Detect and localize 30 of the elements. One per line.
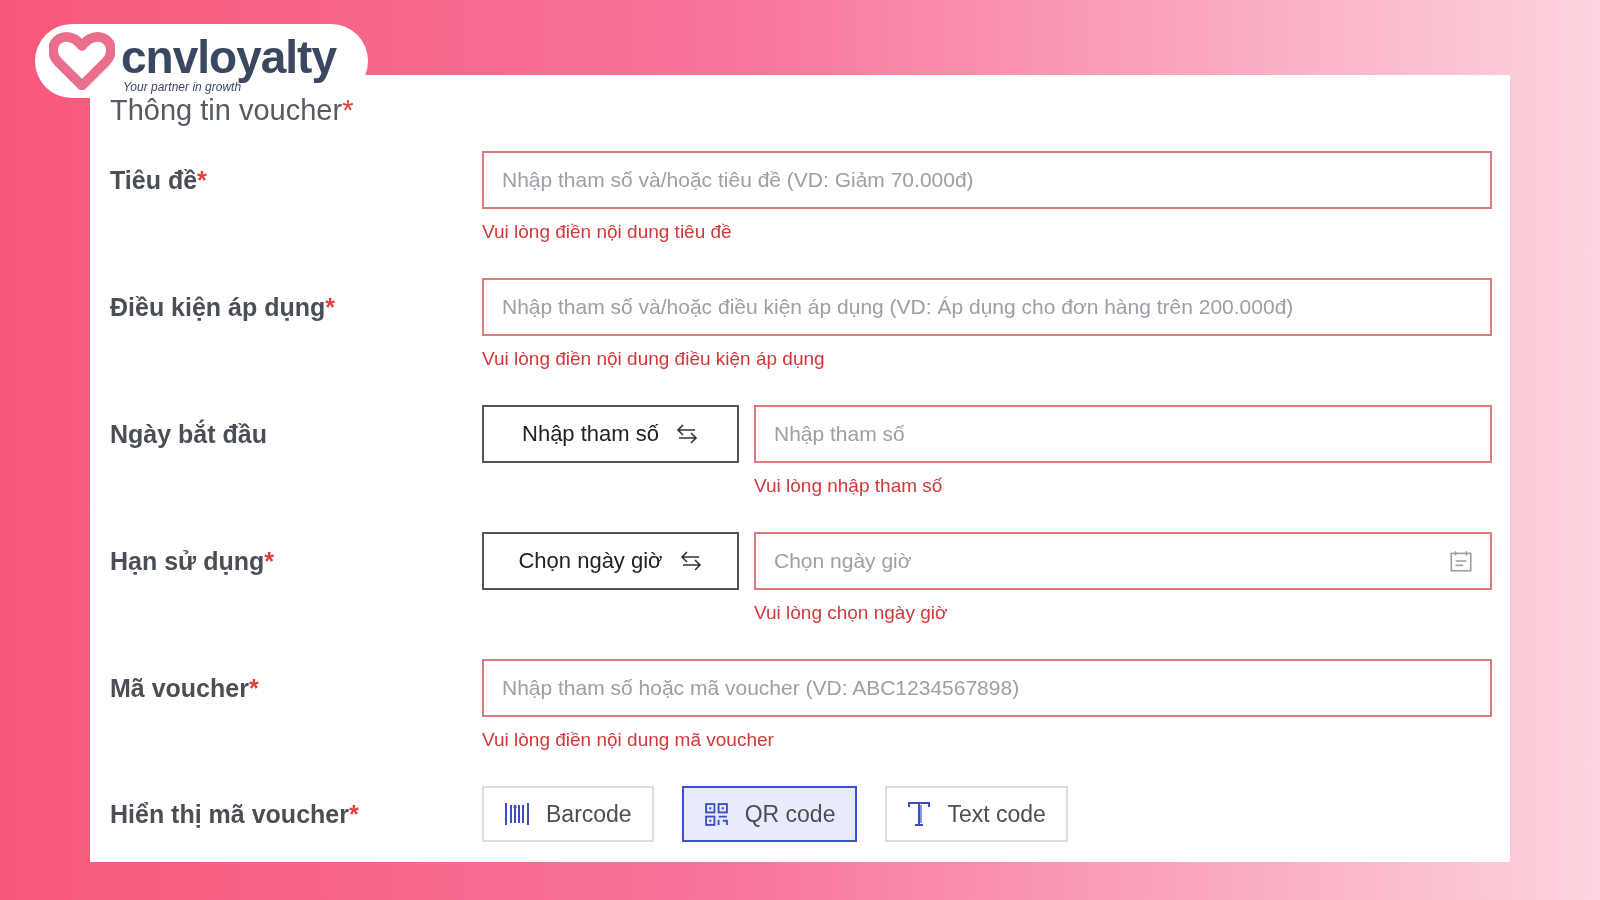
text-field[interactable]: Nhập tham số (754, 405, 1492, 463)
error-message: Vui lòng chọn ngày giờ (754, 602, 949, 624)
error-message: Vui lòng điền nội dung mã voucher (482, 729, 775, 751)
field-label: Ngày bắt đầu (110, 418, 268, 450)
text-field[interactable]: Nhập tham số và/hoặc điều kiện áp dụng (VD: Áp dụng cho đơn hàng trên 200.000đ) (482, 278, 1492, 336)
swap-arrows-icon (675, 423, 699, 445)
calendar-icon (1448, 548, 1474, 574)
text-t-icon (907, 801, 932, 827)
brand-name: cnvloyalty (121, 30, 336, 83)
mode-toggle-button[interactable]: Chọn ngày giờ (482, 532, 739, 590)
field-label: Hiển thị mã voucher* (110, 799, 360, 830)
field-label: Tiêu đề* (110, 165, 208, 196)
qr-code-icon (703, 801, 729, 827)
error-message: Vui lòng nhập tham số (754, 475, 944, 497)
heart-logo-icon (49, 32, 115, 90)
swap-arrows-icon (678, 550, 703, 572)
display-option-button[interactable]: QR code (681, 786, 858, 842)
section-title: Thông tin voucher* (110, 94, 355, 128)
field-label: Hạn sử dụng* (110, 546, 275, 577)
text-field[interactable]: Nhập tham số hoặc mã voucher (VD: ABC1234567898) (482, 659, 1492, 717)
field-label: Điều kiện áp dụng* (110, 292, 337, 323)
display-option-button[interactable]: Text code (885, 786, 1068, 842)
display-option-button[interactable]: Barcode (482, 786, 654, 842)
text-field[interactable]: Chọn ngày giờ (754, 532, 1492, 590)
field-label: Mã voucher* (110, 673, 260, 704)
error-message: Vui lòng điền nội dung tiêu đề (482, 221, 733, 243)
error-message: Vui lòng điền nội dung điều kiện áp dụng (482, 348, 826, 370)
text-field[interactable]: Nhập tham số và/hoặc tiêu đề (VD: Giảm 70.000đ) (482, 151, 1492, 209)
barcode-icon (504, 802, 530, 826)
mode-toggle-button[interactable]: Nhập tham số (482, 405, 739, 463)
